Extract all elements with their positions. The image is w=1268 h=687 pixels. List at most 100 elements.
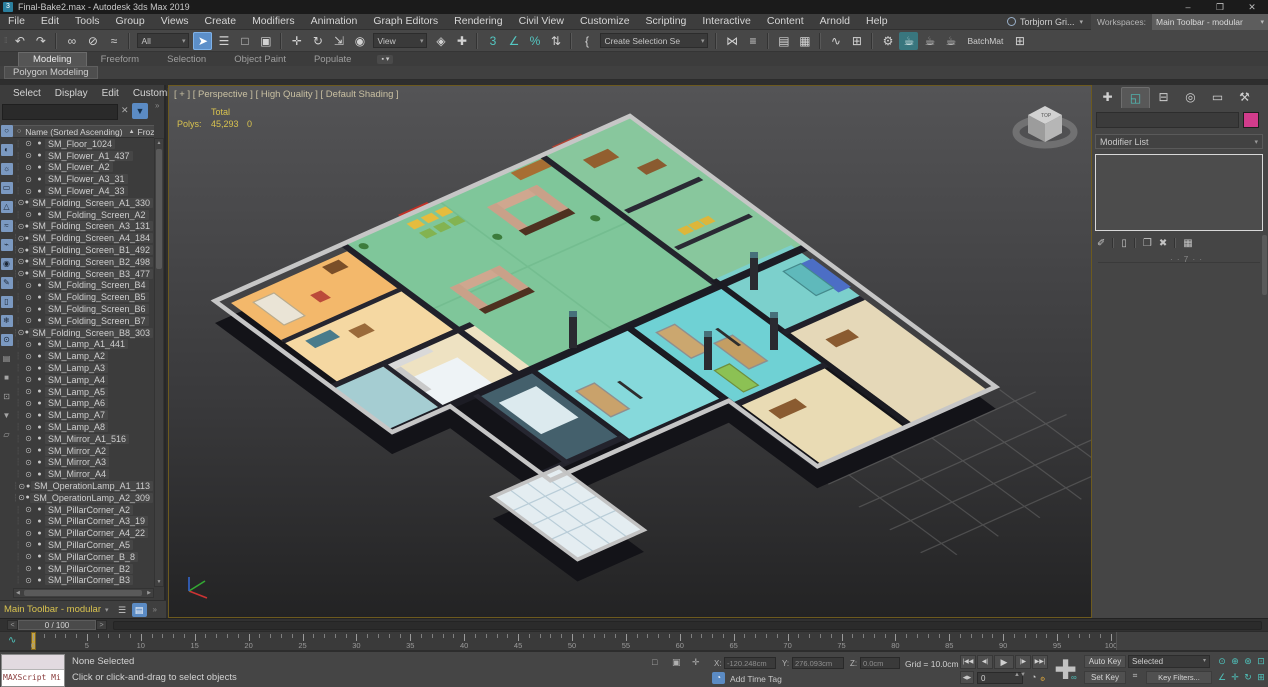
auto-key-button[interactable]: Auto Key	[1084, 655, 1126, 668]
display-lights-icon[interactable]: ☼	[1, 163, 13, 175]
visibility-eye-icon[interactable]: ⊙	[18, 222, 25, 231]
modify-tab[interactable]: ◱	[1121, 87, 1150, 108]
view-detail-icon[interactable]: ⊡	[1, 391, 13, 403]
scene-object-row[interactable]: ┆⊙●SM_Lamp_A2	[13, 350, 153, 362]
scene-object-row[interactable]: ┆⊙●SM_Folding_Screen_B4	[13, 280, 153, 292]
select-by-name-icon[interactable]: ☰	[214, 32, 233, 50]
named-selection-sets-icon[interactable]: {	[577, 32, 596, 50]
visibility-eye-icon[interactable]: ⊙	[23, 411, 34, 420]
selection-region-icon[interactable]: □	[652, 657, 657, 667]
visibility-eye-icon[interactable]: ⊙	[23, 340, 34, 349]
modifier-stack-box[interactable]	[1095, 154, 1263, 231]
scene-object-row[interactable]: ┆⊙●SM_Folding_Screen_A4_184	[13, 232, 153, 244]
selectable-dot-icon[interactable]: ●	[34, 506, 45, 513]
visibility-eye-icon[interactable]: ⊙	[23, 364, 34, 373]
polygon-modeling-panel-tab[interactable]: Polygon Modeling	[4, 66, 98, 79]
clear-search-icon[interactable]: ✕	[121, 105, 129, 116]
ribbon-tab-modeling[interactable]: Modeling	[18, 52, 87, 66]
visibility-eye-icon[interactable]: ⊙	[18, 246, 25, 255]
visibility-eye-icon[interactable]: ⊙	[23, 293, 34, 302]
play-button[interactable]: ▶	[994, 655, 1014, 669]
select-and-link-icon[interactable]: ∞	[62, 32, 81, 50]
view-list-icon[interactable]: ▤	[1, 353, 13, 365]
select-and-place-icon[interactable]: ◉	[350, 32, 369, 50]
scene-object-row[interactable]: ┆⊙●SM_PillarCorner_B3	[13, 574, 153, 586]
scene-object-row[interactable]: ┆⊙●SM_Flower_A4_33	[13, 185, 153, 197]
display-frames-icon[interactable]: ▯	[1, 296, 13, 308]
visibility-eye-icon[interactable]: ⊙	[23, 552, 34, 561]
menu-arnold[interactable]: Arnold	[812, 14, 858, 29]
selectable-dot-icon[interactable]: ●	[34, 376, 45, 383]
curve-editor-icon[interactable]: ∿	[826, 32, 845, 50]
selectable-dot-icon[interactable]: ●	[34, 518, 45, 525]
selectable-dot-icon[interactable]: ●	[34, 176, 45, 183]
create-tab[interactable]: ✚	[1094, 87, 1121, 107]
scene-object-row[interactable]: ┆⊙●SM_Folding_Screen_B8_303	[13, 327, 153, 339]
visibility-eye-icon[interactable]: ⊙	[23, 470, 34, 479]
align-icon[interactable]: ≡	[743, 32, 762, 50]
scene-explorer-toggle-icon[interactable]: ▤	[774, 32, 793, 50]
create-selection-set-dropdown[interactable]: Create Selection Se▾	[600, 33, 708, 48]
viewport-label[interactable]: [ + ] [ Perspective ] [ High Quality ] […	[174, 89, 399, 100]
scroll-up-icon[interactable]: ▲	[155, 140, 163, 146]
display-containers-icon[interactable]: ◉	[1, 258, 13, 270]
ribbon-tab-populate[interactable]: Populate	[300, 53, 366, 66]
scene-object-row[interactable]: ┆⊙●SM_Lamp_A6	[13, 398, 153, 410]
object-color-swatch[interactable]	[1243, 112, 1259, 128]
add-time-tag-label[interactable]: Add Time Tag	[730, 674, 782, 684]
key-filters-button[interactable]: Key Filters...	[1146, 671, 1212, 684]
batch-render-icon[interactable]: ⊞	[1010, 32, 1029, 50]
display-tab[interactable]: ▭	[1204, 87, 1231, 107]
snaps-toggle-icon[interactable]: 3	[483, 32, 502, 50]
menu-create[interactable]: Create	[197, 14, 245, 29]
object-name-field[interactable]	[1096, 112, 1239, 128]
scene-object-row[interactable]: ┆⊙●SM_OperationLamp_A2_309	[13, 492, 153, 504]
spinner-snap-icon[interactable]: ⇅	[546, 32, 565, 50]
explorer-menu-edit[interactable]: Edit	[95, 88, 126, 99]
time-tag-icon[interactable]: ◔	[712, 672, 725, 684]
filter-funnel-icon[interactable]: ▼	[1, 410, 13, 422]
selectable-dot-icon[interactable]: ●	[34, 353, 45, 360]
scene-object-row[interactable]: ┆⊙●SM_Folding_Screen_A1_330	[13, 197, 153, 209]
vertical-scrollbar[interactable]: ▲ ▼	[154, 138, 164, 587]
modifier-list-dropdown[interactable]: Modifier List ▾	[1095, 134, 1263, 149]
explorer-menu-select[interactable]: Select	[6, 88, 48, 99]
zoom-extents-icon[interactable]: ⊛	[1242, 654, 1254, 669]
select-and-manipulate-icon[interactable]: ✚	[452, 32, 471, 50]
visibility-eye-icon[interactable]: ⊙	[23, 529, 34, 538]
timeline-ruler[interactable]: 0510152025303540455055606570758085909510…	[33, 632, 1115, 651]
selectable-dot-icon[interactable]: ●	[34, 365, 45, 372]
layer-explorer-icon[interactable]: ☰	[115, 603, 130, 617]
transform-typein-icon[interactable]: ✛	[692, 657, 700, 668]
selectable-dot-icon[interactable]: ●	[34, 306, 45, 313]
render-iterative-icon[interactable]: ☕	[941, 32, 960, 50]
selectable-dot-icon[interactable]: ●	[34, 152, 45, 159]
scene-explorer-search-input[interactable]	[2, 104, 118, 120]
mirror-icon[interactable]: ⋈	[722, 32, 741, 50]
rendered-frame-icon[interactable]: ☕	[899, 32, 918, 50]
select-object-icon[interactable]: ➤	[193, 32, 212, 50]
panel-scrollbar-thumb[interactable]	[1262, 235, 1267, 295]
selectable-dot-icon[interactable]: ●	[34, 294, 45, 301]
display-geometry-icon[interactable]: ◐	[1, 144, 13, 156]
menu-content[interactable]: Content	[759, 14, 812, 29]
visibility-eye-icon[interactable]: ⊙	[23, 399, 34, 408]
ribbon-tab-object-paint[interactable]: Object Paint	[220, 53, 300, 66]
visibility-eye-icon[interactable]: ⊙	[18, 257, 25, 266]
ribbon-overflow-button[interactable]: ▪ ▾	[377, 55, 393, 64]
use-pivot-point-icon[interactable]: ◈	[431, 32, 450, 50]
collapse-chevron-icon[interactable]: »	[155, 101, 159, 110]
zoom-icon[interactable]: ⊙	[1216, 654, 1228, 669]
menu-graph-editors[interactable]: Graph Editors	[365, 14, 446, 29]
visibility-eye-icon[interactable]: ⊙	[23, 187, 34, 196]
scroll-right-icon[interactable]: ▶	[147, 589, 151, 597]
window-crossing-icon[interactable]: ▣	[256, 32, 275, 50]
z-coordinate-field[interactable]: 0.0cm	[860, 657, 900, 669]
key-mode-toggle[interactable]: ◀▶	[960, 671, 974, 684]
scene-object-row[interactable]: ┆⊙●SM_Folding_Screen_B3_477	[13, 268, 153, 280]
next-frame-button[interactable]: |▶	[1015, 655, 1031, 669]
hierarchy-tab[interactable]: ⊟	[1150, 87, 1177, 107]
scene-object-row[interactable]: ┆⊙●SM_Folding_Screen_B1_492	[13, 244, 153, 256]
configure-modifier-sets-icon[interactable]: ▦	[1183, 238, 1192, 249]
selectable-dot-icon[interactable]: ●	[34, 341, 45, 348]
